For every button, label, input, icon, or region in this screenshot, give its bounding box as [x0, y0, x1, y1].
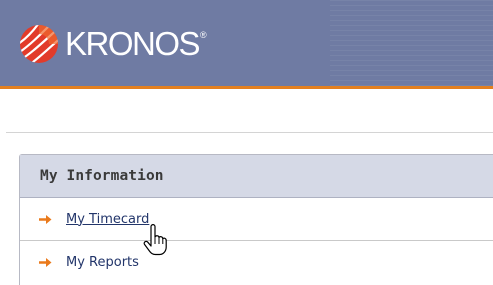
panel-header: My Information — [20, 155, 493, 198]
hand-pointer-icon — [143, 224, 167, 256]
my-information-panel: My Information My Timecard My Reports — [19, 154, 493, 285]
orange-arrow-icon — [39, 258, 52, 267]
divider — [6, 132, 493, 133]
orange-arrow-icon — [39, 214, 52, 224]
app-header: KRONOS ® — [0, 0, 493, 86]
nav-item-my-reports[interactable]: My Reports — [20, 241, 493, 284]
registered-mark: ® — [200, 30, 207, 40]
kronos-logo: KRONOS ® — [19, 24, 207, 64]
panel-title: My Information — [40, 168, 164, 184]
my-timecard-link[interactable]: My Timecard — [66, 212, 149, 227]
header-decoration — [330, 0, 493, 86]
my-reports-link[interactable]: My Reports — [66, 255, 139, 270]
nav-item-my-timecard[interactable]: My Timecard — [20, 198, 493, 241]
kronos-globe-logo-icon — [20, 25, 58, 63]
header-accent-rule — [0, 86, 493, 89]
logo-text: KRONOS — [65, 25, 201, 62]
